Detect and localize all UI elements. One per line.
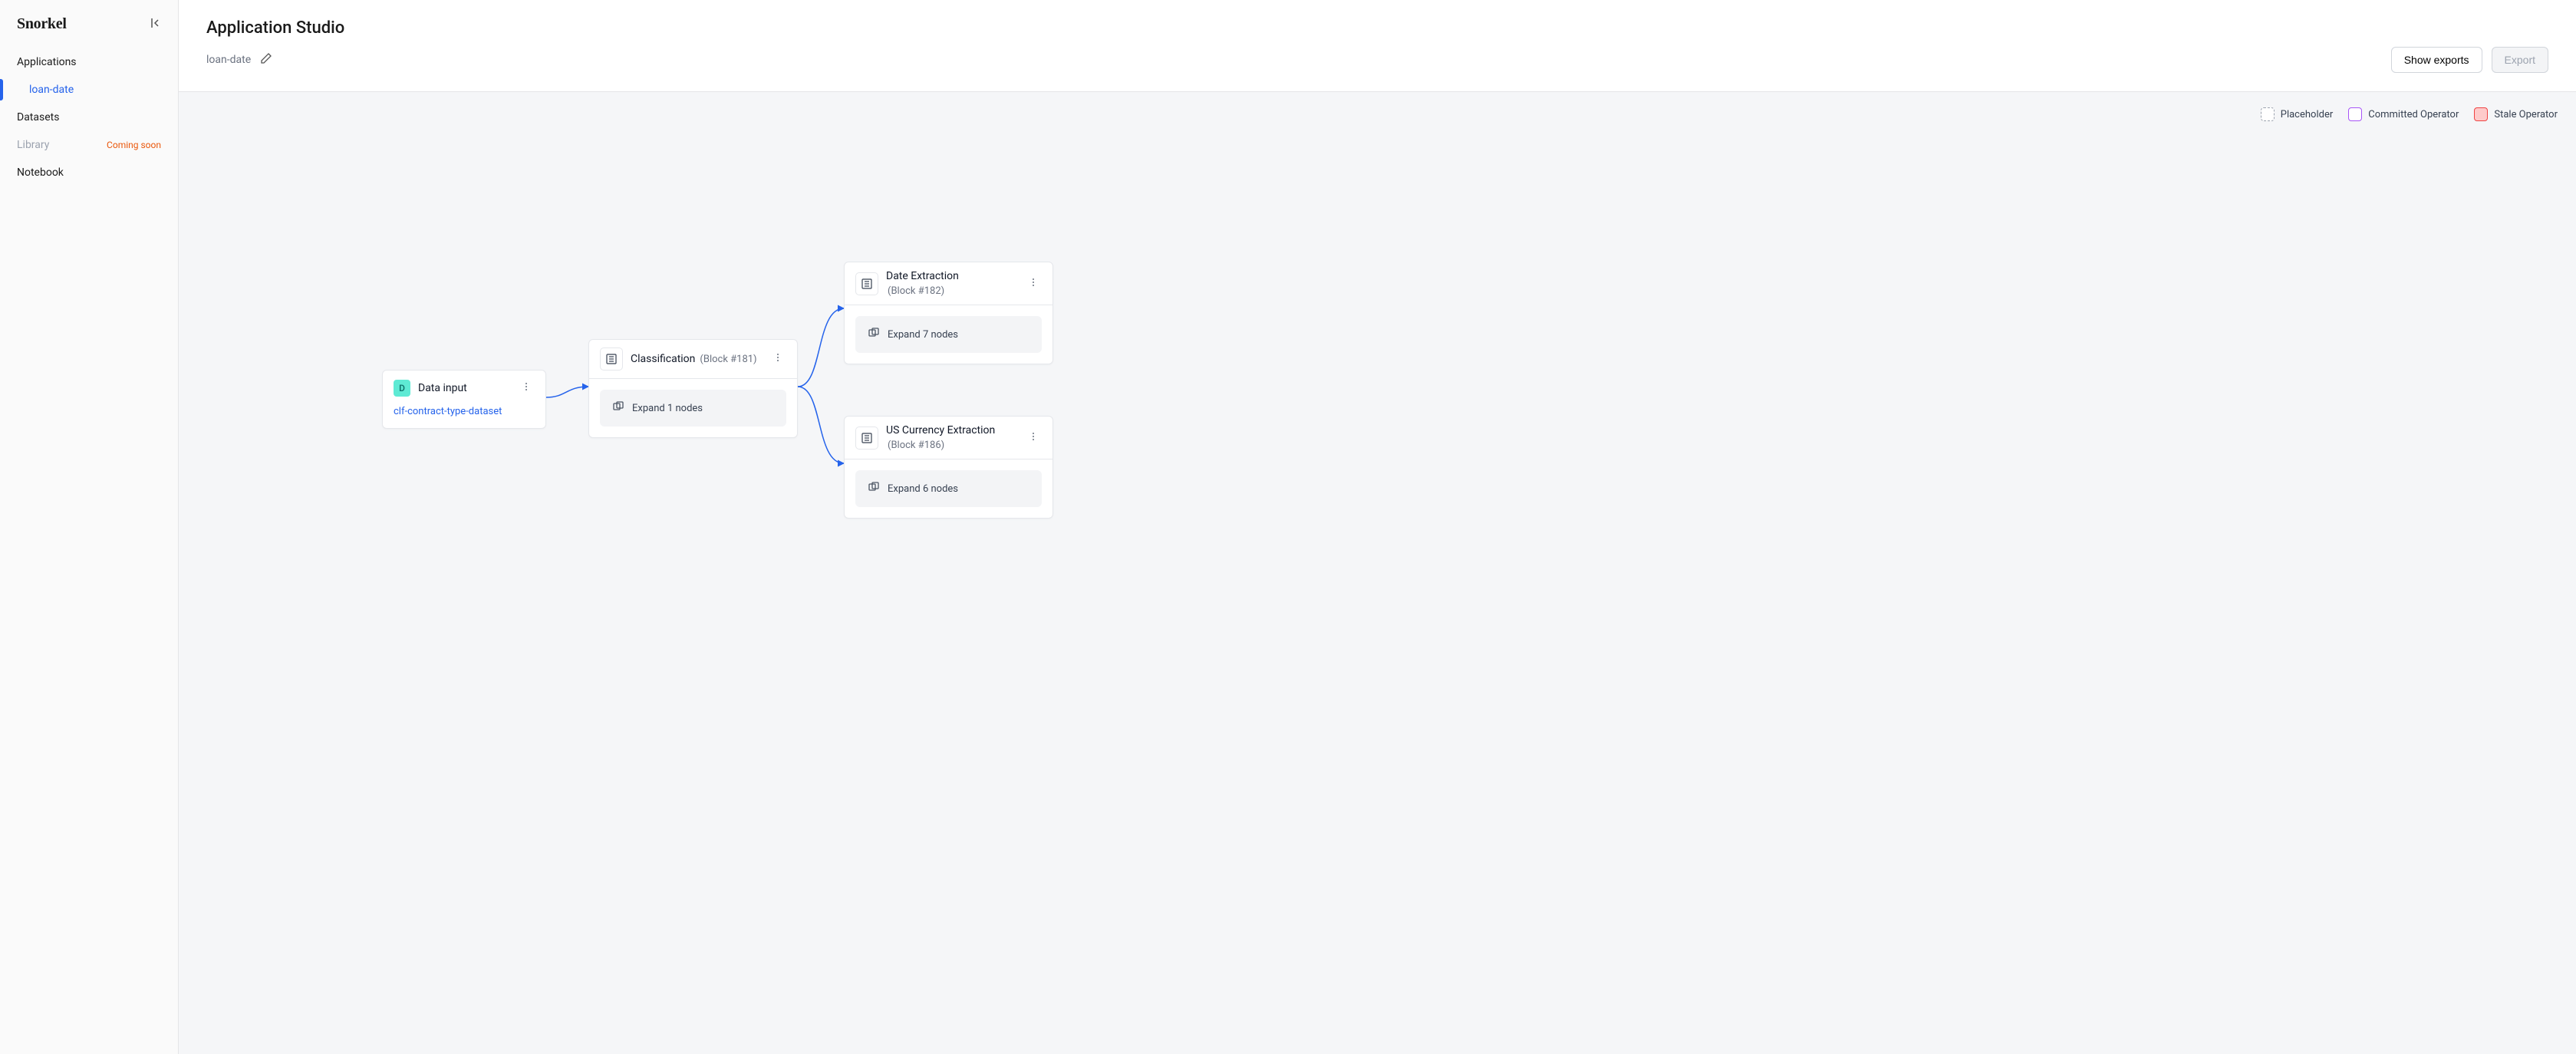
edit-name-icon[interactable] — [260, 52, 272, 68]
node-header: Classification (Block #181) — [589, 340, 797, 378]
node-menu-icon[interactable] — [1025, 274, 1042, 294]
header-row: loan-date Show exports Export — [206, 47, 2548, 73]
header-actions: Show exports Export — [2391, 47, 2548, 73]
node-us-currency-extraction[interactable]: US Currency Extraction (Block #186) — [844, 416, 1053, 519]
sidebar-item-datasets[interactable]: Datasets — [0, 104, 178, 131]
node-data-input[interactable]: D Data input clf-contract-type-dataset — [382, 370, 546, 429]
sidebar-header: Snorkel — [0, 11, 178, 48]
collapse-sidebar-icon[interactable] — [149, 17, 161, 32]
block-icon — [855, 272, 878, 295]
page-title: Application Studio — [206, 18, 2548, 38]
node-header: US Currency Extraction (Block #186) — [845, 417, 1052, 459]
node-date-extraction[interactable]: Date Extraction (Block #182) — [844, 262, 1053, 364]
node-body: Expand 1 nodes — [589, 379, 797, 437]
logo: Snorkel — [17, 15, 67, 33]
node-menu-icon[interactable] — [769, 349, 786, 369]
node-header: Date Extraction (Block #182) — [845, 262, 1052, 305]
sidebar-item-notebook[interactable]: Notebook — [0, 159, 178, 186]
canvas-wrap: Placeholder Committed Operator Stale Ope… — [179, 92, 2576, 1054]
coming-soon-badge: Coming soon — [107, 140, 161, 150]
app-name-label: loan-date — [206, 54, 251, 66]
header-subtitle: loan-date — [206, 52, 272, 68]
expand-label: Expand 7 nodes — [888, 329, 958, 341]
node-title: Data input — [418, 382, 467, 394]
node-menu-icon[interactable] — [518, 378, 535, 398]
expand-button[interactable]: Expand 6 nodes — [855, 470, 1042, 507]
data-input-link[interactable]: clf-contract-type-dataset — [383, 406, 545, 428]
block-icon — [600, 347, 623, 371]
show-exports-button[interactable]: Show exports — [2391, 47, 2482, 73]
expand-icon — [868, 327, 880, 342]
page-header: Application Studio loan-date Show export… — [179, 0, 2576, 92]
expand-button[interactable]: Expand 7 nodes — [855, 316, 1042, 353]
node-title: Classification — [631, 353, 695, 365]
node-body: Expand 6 nodes — [845, 459, 1052, 518]
node-block-id: (Block #182) — [888, 285, 944, 297]
export-button[interactable]: Export — [2492, 47, 2548, 73]
node-menu-icon[interactable] — [1025, 428, 1042, 448]
connectors — [179, 92, 2576, 1054]
sidebar: Snorkel Applications loan-date Datasets … — [0, 0, 179, 1054]
node-title: Date Extraction — [886, 270, 959, 282]
sidebar-item-library-label: Library — [17, 139, 49, 151]
expand-label: Expand 1 nodes — [632, 403, 703, 414]
expand-label: Expand 6 nodes — [888, 483, 958, 495]
node-header: D Data input — [383, 371, 545, 406]
sidebar-nav: Applications loan-date Datasets Library … — [0, 48, 178, 186]
node-body: Expand 7 nodes — [845, 305, 1052, 364]
sidebar-item-library: Library Coming soon — [0, 131, 178, 159]
app-root: Snorkel Applications loan-date Datasets … — [0, 0, 2576, 1054]
expand-icon — [612, 400, 624, 416]
expand-icon — [868, 481, 880, 496]
node-title: US Currency Extraction — [886, 424, 995, 436]
node-block-id: (Block #186) — [888, 440, 944, 451]
main: Application Studio loan-date Show export… — [179, 0, 2576, 1054]
node-block-id: (Block #181) — [700, 354, 756, 365]
node-classification[interactable]: Classification (Block #181) — [588, 339, 798, 438]
sidebar-item-loan-date[interactable]: loan-date — [0, 76, 178, 104]
block-icon — [855, 427, 878, 450]
expand-button[interactable]: Expand 1 nodes — [600, 390, 786, 427]
canvas[interactable]: D Data input clf-contract-type-dataset — [179, 92, 2576, 1054]
sidebar-item-applications[interactable]: Applications — [0, 48, 178, 76]
data-badge-icon: D — [394, 380, 410, 397]
